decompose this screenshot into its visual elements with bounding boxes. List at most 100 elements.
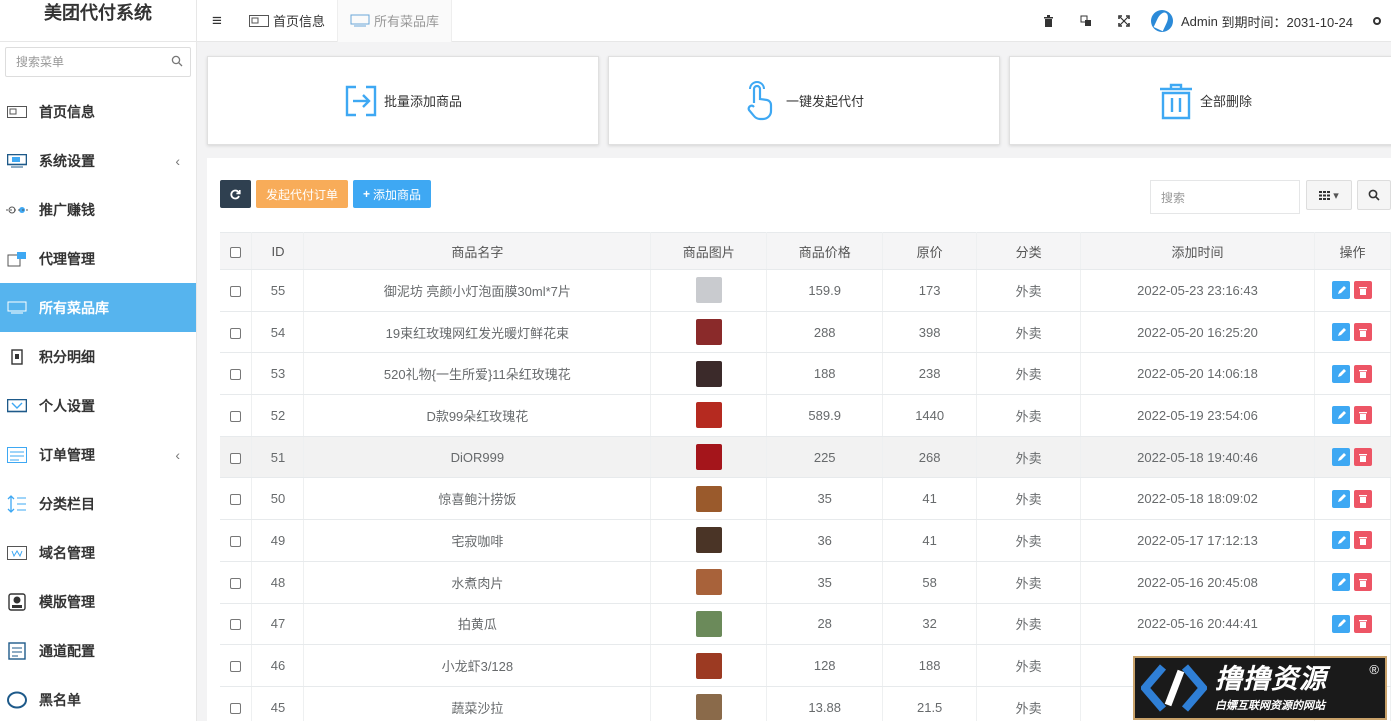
delete-button[interactable] xyxy=(1354,531,1373,550)
watermark-title: 撸撸资源 xyxy=(1215,664,1327,694)
product-thumbnail[interactable] xyxy=(695,485,722,512)
col-id[interactable]: ID xyxy=(251,232,305,270)
language-icon[interactable] xyxy=(1067,0,1105,42)
start-order-button[interactable]: 发起代付订单 xyxy=(256,180,349,208)
product-thumbnail[interactable] xyxy=(695,694,722,721)
row-checkbox[interactable] xyxy=(220,311,253,354)
sidebar-item-category[interactable]: 分类栏目 xyxy=(0,479,196,528)
delete-button[interactable] xyxy=(1354,573,1373,592)
cell-price: 188 xyxy=(766,352,884,396)
trash-icon xyxy=(1359,536,1368,545)
delete-all-button[interactable]: 全部删除 xyxy=(1009,56,1391,145)
search-icon[interactable] xyxy=(171,55,183,70)
delete-button[interactable] xyxy=(1354,406,1373,425)
row-checkbox[interactable] xyxy=(220,477,253,521)
delete-button[interactable] xyxy=(1354,281,1373,300)
product-thumbnail[interactable] xyxy=(695,652,722,679)
edit-button[interactable] xyxy=(1332,614,1351,633)
row-checkbox[interactable] xyxy=(220,519,253,562)
edit-button[interactable] xyxy=(1332,281,1351,300)
sidebar-item-points[interactable]: 积分明细 xyxy=(0,332,196,381)
sidebar-item-home[interactable]: 首页信息 xyxy=(0,87,196,136)
col-time[interactable]: 添加时间 xyxy=(1080,232,1315,270)
edit-button[interactable] xyxy=(1332,448,1351,467)
trash-icon[interactable] xyxy=(1029,0,1067,42)
product-thumbnail[interactable] xyxy=(695,527,722,554)
cell-image xyxy=(650,394,768,437)
tab-home[interactable]: 首页信息 xyxy=(237,0,339,42)
sidebar-item-blacklist[interactable]: 黑名单 xyxy=(0,675,196,721)
delete-button[interactable] xyxy=(1354,448,1373,467)
row-checkbox[interactable] xyxy=(220,436,253,479)
delete-button[interactable] xyxy=(1354,489,1373,508)
columns-toggle-button[interactable]: ▾ xyxy=(1306,180,1352,210)
product-thumbnail[interactable] xyxy=(695,610,722,637)
product-thumbnail[interactable] xyxy=(695,277,722,304)
cell-id: 52 xyxy=(251,394,305,437)
sidebar-item-dish[interactable]: 所有菜品库 xyxy=(0,283,196,332)
cell-original: 32 xyxy=(882,603,978,646)
col-original[interactable]: 原价 xyxy=(882,232,978,270)
menu-search-input[interactable] xyxy=(16,55,171,69)
user-menu[interactable]: Admin 到期时间：2031-10-24 xyxy=(1143,10,1363,32)
cell-price: 159.9 xyxy=(766,269,884,312)
cell-actions xyxy=(1314,561,1391,604)
edit-button[interactable] xyxy=(1332,531,1351,550)
sidebar-item-label: 系统设置 xyxy=(39,152,95,169)
select-all-checkbox[interactable] xyxy=(220,232,253,270)
edit-button[interactable] xyxy=(1332,573,1351,592)
user-name: Admin xyxy=(1181,13,1218,29)
cell-name: 19束红玫瑰网红发光暖灯鲜花束 xyxy=(303,311,652,354)
row-checkbox[interactable] xyxy=(220,352,253,396)
sidebar-item-template[interactable]: 模版管理 xyxy=(0,577,196,626)
fullscreen-icon[interactable] xyxy=(1105,0,1143,42)
product-thumbnail[interactable] xyxy=(695,319,722,346)
table-header: ID 商品名字 商品图片 商品价格 原价 分类 添加时间 操作 xyxy=(220,232,1391,270)
col-category[interactable]: 分类 xyxy=(976,232,1082,270)
cell-name: 小龙虾3/128 xyxy=(303,644,652,687)
row-checkbox[interactable] xyxy=(220,561,253,604)
sidebar-menu: 首页信息 系统设置 ‹ 推广赚钱 代理管理 所有菜品库 积分明细 个人设置 订单管理 ‹ 分类栏目域… xyxy=(0,87,196,721)
product-thumbnail[interactable] xyxy=(695,360,722,387)
edit-button[interactable] xyxy=(1332,406,1351,425)
refresh-button[interactable] xyxy=(220,180,251,208)
add-product-button[interactable]: + 添加商品 xyxy=(353,180,432,208)
sidebar-item-channel[interactable]: 通道配置 xyxy=(0,626,196,675)
cell-image xyxy=(650,644,768,687)
pencil-icon xyxy=(1337,619,1346,628)
row-checkbox[interactable] xyxy=(220,686,253,721)
settings-icon[interactable] xyxy=(1363,0,1391,42)
table-search-input[interactable]: 搜索 xyxy=(1150,180,1300,214)
sidebar-item-domain[interactable]: 域名管理 xyxy=(0,528,196,577)
batch-add-button[interactable]: 批量添加商品 xyxy=(207,56,599,145)
one-click-pay-button[interactable]: 一键发起代付 xyxy=(608,56,1000,145)
cell-id: 49 xyxy=(251,519,305,562)
cell-original: 268 xyxy=(882,436,978,479)
edit-button[interactable] xyxy=(1332,364,1351,383)
table-search-button[interactable] xyxy=(1357,180,1391,210)
delete-button[interactable] xyxy=(1354,614,1373,633)
menu-toggle-icon[interactable]: ≡ xyxy=(197,11,237,31)
row-checkbox[interactable] xyxy=(220,603,253,646)
col-name[interactable]: 商品名字 xyxy=(303,232,652,270)
cell-image xyxy=(650,477,768,521)
sidebar-item-profile[interactable]: 个人设置 xyxy=(0,381,196,430)
cell-time: 2022-05-20 16:25:20 xyxy=(1080,311,1315,354)
edit-button[interactable] xyxy=(1332,489,1351,508)
sidebar-item-settings[interactable]: 系统设置 ‹ xyxy=(0,136,196,185)
sidebar-item-order[interactable]: 订单管理 ‹ xyxy=(0,430,196,479)
row-checkbox[interactable] xyxy=(220,394,253,437)
sidebar-item-agent[interactable]: 代理管理 xyxy=(0,234,196,283)
delete-button[interactable] xyxy=(1354,323,1373,342)
col-price[interactable]: 商品价格 xyxy=(766,232,884,270)
cell-price: 288 xyxy=(766,311,884,354)
product-thumbnail[interactable] xyxy=(695,569,722,596)
tab-dish-library[interactable]: 所有菜品库 xyxy=(338,0,453,42)
row-checkbox[interactable] xyxy=(220,644,253,687)
sidebar-item-promote[interactable]: 推广赚钱 xyxy=(0,185,196,234)
product-thumbnail[interactable] xyxy=(695,444,722,471)
edit-button[interactable] xyxy=(1332,323,1351,342)
delete-button[interactable] xyxy=(1354,364,1373,383)
product-thumbnail[interactable] xyxy=(695,402,722,429)
row-checkbox[interactable] xyxy=(220,269,253,312)
